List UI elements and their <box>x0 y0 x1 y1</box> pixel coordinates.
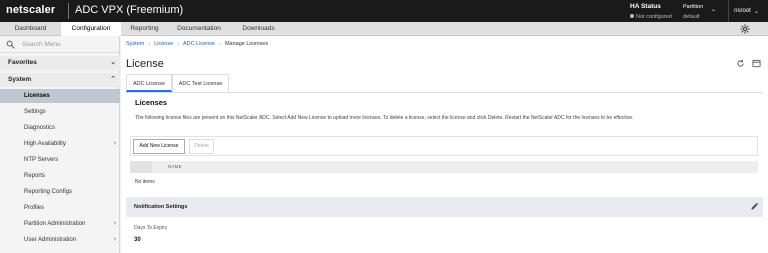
chevron-down-icon[interactable]: ⌄ <box>711 6 716 13</box>
days-to-expiry-label: Days To Expiry <box>134 225 168 231</box>
sidebar-item-label: Partition Administration <box>24 221 86 227</box>
sidebar-item-profiles[interactable]: Profiles <box>0 201 120 215</box>
chevron-down-icon: ⌄ <box>753 8 759 15</box>
column-header-name[interactable]: NAME <box>168 161 182 173</box>
refresh-icon[interactable] <box>736 59 745 68</box>
sidebar-section-label: System <box>8 76 32 83</box>
notification-settings-title: Notification Settings <box>134 204 188 210</box>
sidebar-item-settings[interactable]: Settings <box>0 105 120 119</box>
section-description: The following license files are present … <box>135 115 634 121</box>
gear-icon[interactable] <box>740 24 750 34</box>
add-new-license-button[interactable]: Add New License <box>133 139 185 154</box>
sidebar-section-favorites[interactable]: Favorites ⌄ <box>0 56 120 70</box>
status-dot-icon <box>630 14 634 18</box>
tab-dashboard[interactable]: Dashboard <box>0 22 61 36</box>
ha-status-title: HA Status <box>630 3 661 10</box>
breadcrumb-separator-icon: › <box>148 41 151 47</box>
chevron-up-icon: ⌃ <box>110 76 116 83</box>
sidebar-section-label: Favorites <box>8 59 37 66</box>
sidebar: Favorites ⌄ System ⌃ Licenses Settings D… <box>0 36 120 253</box>
app-title: ADC VPX (Freemium) <box>75 4 184 16</box>
sidebar-item-diagnostics[interactable]: Diagnostics <box>0 121 120 135</box>
chevron-right-icon: › <box>113 236 116 243</box>
section-title: Licenses <box>135 98 168 107</box>
ha-status-value-row: Not configured <box>630 13 680 21</box>
sidebar-item-reporting-configs[interactable]: Reporting Configs <box>0 185 120 199</box>
user-menu[interactable]: nsroot ⌄ <box>728 0 764 22</box>
table-toolbar <box>130 136 758 156</box>
ha-status-value: Not configured <box>636 14 672 20</box>
breadcrumb: System › License › ADC License › Manage Licens… <box>126 41 268 47</box>
main-content: System › License › ADC License › Manage Licens… <box>121 36 768 253</box>
partition-value: default <box>683 14 700 20</box>
sidebar-item-partition-administration[interactable]: Partition Administration › <box>0 217 120 231</box>
tab-reporting[interactable]: Reporting <box>121 22 168 36</box>
sidebar-item-label: High Availability <box>24 141 66 147</box>
sidebar-section-system[interactable]: System ⌃ <box>0 73 120 87</box>
window-icon[interactable] <box>752 59 761 68</box>
breadcrumb-adc-license[interactable]: ADC License <box>183 41 215 47</box>
sidebar-item-ntp-servers[interactable]: NTP Servers <box>0 153 120 167</box>
tab-adc-test-license[interactable]: ADC Test License <box>172 74 229 92</box>
sidebar-item-reports[interactable]: Reports <box>0 169 120 183</box>
notification-settings-header: Notification Settings <box>126 197 763 217</box>
sidebar-item-user-administration[interactable]: User Administration › <box>0 233 120 247</box>
breadcrumb-current: Manage Licenses <box>224 41 269 47</box>
main-tab-bar: Dashboard Configuration Reporting Docume… <box>0 22 768 36</box>
tab-documentation[interactable]: Documentation <box>168 22 230 36</box>
tab-underline <box>126 92 763 93</box>
tab-configuration[interactable]: Configuration <box>61 22 121 36</box>
breadcrumb-license[interactable]: License <box>154 41 173 47</box>
search-bar <box>0 36 120 53</box>
search-input[interactable] <box>22 39 116 50</box>
page-title: License <box>126 58 164 70</box>
breadcrumb-separator-icon: › <box>177 41 179 47</box>
select-all-column[interactable] <box>130 161 152 173</box>
sidebar-item-high-availability[interactable]: High Availability › <box>0 137 120 151</box>
chevron-right-icon: › <box>113 140 116 147</box>
brand-divider <box>68 3 69 19</box>
tab-downloads[interactable]: Downloads <box>230 22 287 36</box>
search-icon <box>6 40 15 49</box>
sidebar-item-label: User Administration <box>24 237 77 243</box>
pencil-icon[interactable] <box>750 202 759 211</box>
chevron-right-icon: › <box>113 220 116 227</box>
breadcrumb-separator-icon: › <box>219 41 221 47</box>
chevron-down-icon: ⌄ <box>110 59 116 66</box>
sidebar-item-licenses[interactable]: Licenses <box>0 89 120 103</box>
breadcrumb-system[interactable]: System <box>126 41 144 47</box>
empty-table-message: No items <box>135 179 155 185</box>
table-header: NAME <box>130 161 758 173</box>
days-to-expiry-value: 30 <box>134 237 141 243</box>
top-bar: netscaler ADC VPX (Freemium) HA Status N… <box>0 0 768 22</box>
tab-adc-license[interactable]: ADC License <box>126 74 172 92</box>
brand-logo[interactable]: netscaler <box>6 4 55 16</box>
username: nsroot <box>734 8 751 14</box>
delete-button[interactable]: Delete <box>189 139 214 154</box>
ha-status[interactable]: HA Status Not configured <box>630 3 680 21</box>
